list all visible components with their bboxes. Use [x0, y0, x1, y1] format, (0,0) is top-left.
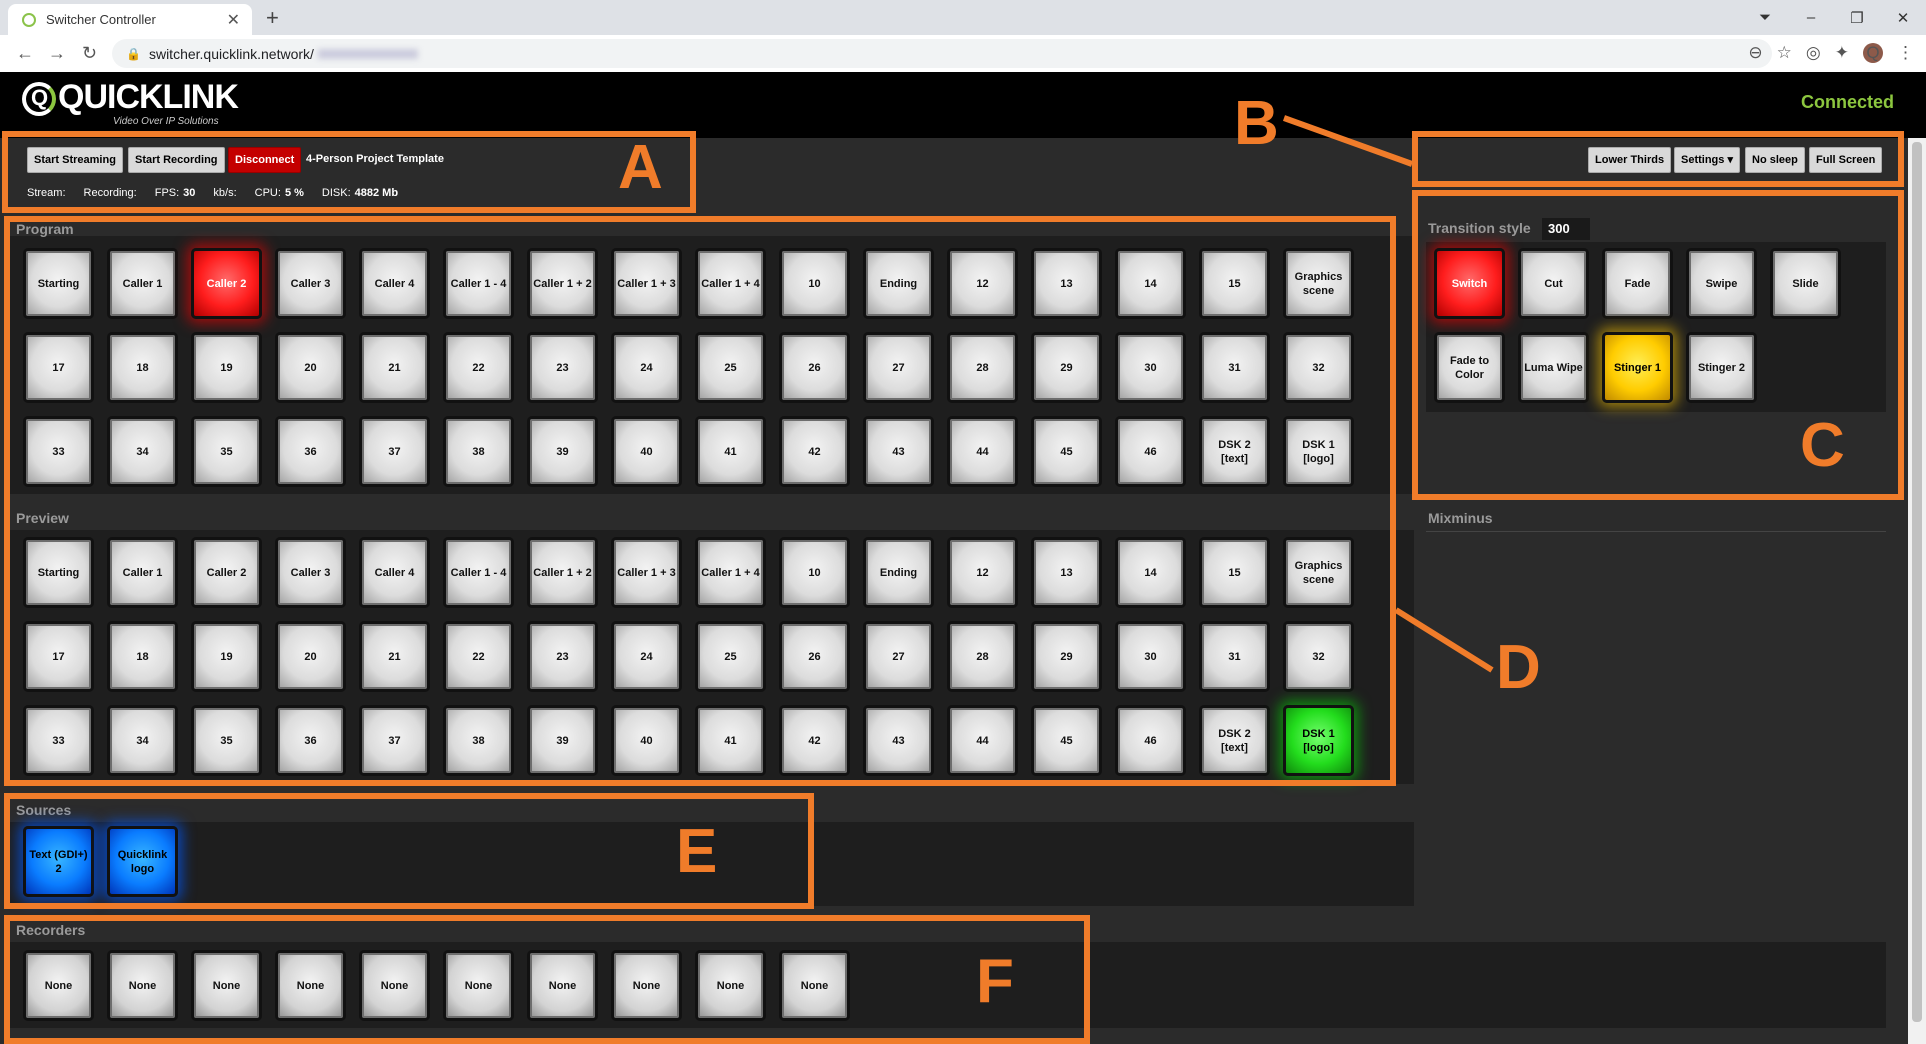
scrollbar-thumb[interactable]: [1912, 142, 1922, 1022]
page-scrollbar[interactable]: [1908, 138, 1926, 1044]
leader-line-d: [1394, 607, 1494, 673]
leader-line-b: [1282, 115, 1414, 167]
annotation-leaders: [1282, 115, 1494, 673]
